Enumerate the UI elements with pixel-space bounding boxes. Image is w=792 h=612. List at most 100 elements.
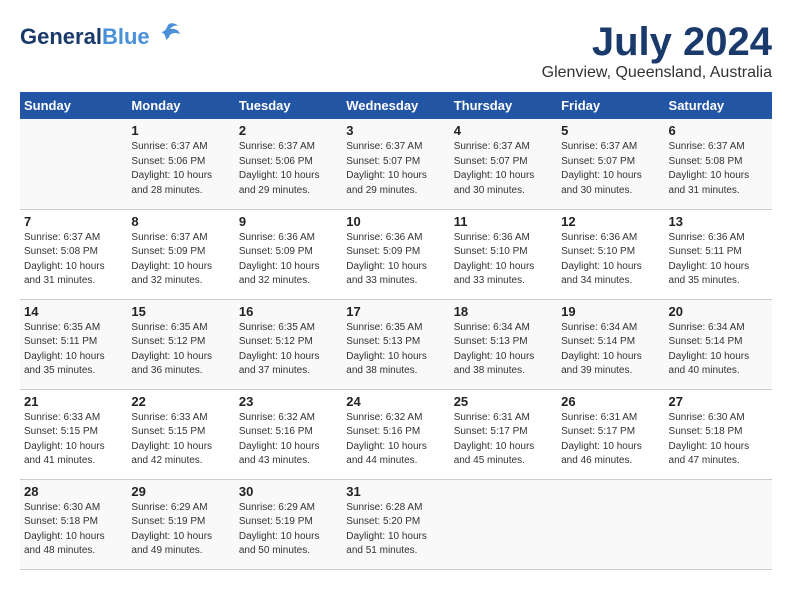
day-info: Sunrise: 6:31 AM Sunset: 5:17 PM Dayligh… — [454, 411, 553, 469]
calendar-cell: 9 Sunrise: 6:36 AM Sunset: 5:09 PM Daylig… — [235, 209, 342, 299]
day-number: 27 — [669, 394, 768, 409]
calendar-cell: 11 Sunrise: 6:36 AM Sunset: 5:10 PM Dayli… — [450, 209, 557, 299]
calendar-cell: 16 Sunrise: 6:35 AM Sunset: 5:12 PM Dayli… — [235, 299, 342, 389]
calendar-cell: 26Sunrise: 6:31 AM Sunset: 5:17 PM Dayli… — [557, 389, 664, 479]
day-info: Sunrise: 6:32 AM Sunset: 5:16 PM Dayligh… — [346, 411, 445, 469]
calendar-cell: 1 Sunrise: 6:37 AM Sunset: 5:06 PM Daylig… — [127, 119, 234, 209]
calendar-cell: 7 Sunrise: 6:37 AM Sunset: 5:08 PM Daylig… — [20, 209, 127, 299]
day-number: 24 — [346, 394, 445, 409]
calendar-cell: 12Sunrise: 6:36 AM Sunset: 5:10 PM Dayli… — [557, 209, 664, 299]
calendar-cell: 4 Sunrise: 6:37 AM Sunset: 5:07 PM Daylig… — [450, 119, 557, 209]
day-number: 30 — [239, 484, 338, 499]
day-number: 13 — [669, 214, 768, 229]
day-info: Sunrise: 6:30 AM Sunset: 5:18 PM Dayligh… — [24, 501, 123, 559]
day-info: Sunrise: 6:32 AM Sunset: 5:16 PM Dayligh… — [239, 411, 338, 469]
day-number: 28 — [24, 484, 123, 499]
calendar-table: SundayMondayTuesdayWednesdayThursdayFrid… — [20, 92, 772, 570]
weekday-header-sunday: Sunday — [20, 92, 127, 119]
day-info: Sunrise: 6:37 AM Sunset: 5:07 PM Dayligh… — [346, 140, 445, 198]
day-number: 17 — [346, 304, 445, 319]
weekday-header-thursday: Thursday — [450, 92, 557, 119]
calendar-cell: 13 Sunrise: 6:36 AM Sunset: 5:11 PM Dayli… — [665, 209, 772, 299]
week-row-1: 1 Sunrise: 6:37 AM Sunset: 5:06 PM Daylig… — [20, 119, 772, 209]
day-info: Sunrise: 6:35 AM Sunset: 5:13 PM Dayligh… — [346, 321, 445, 379]
day-info: Sunrise: 6:36 AM Sunset: 5:11 PM Dayligh… — [669, 231, 768, 289]
day-number: 20 — [669, 304, 768, 319]
day-info: Sunrise: 6:35 AM Sunset: 5:11 PM Dayligh… — [24, 321, 123, 379]
calendar-cell: 19 Sunrise: 6:34 AM Sunset: 5:14 PM Dayli… — [557, 299, 664, 389]
day-number: 7 — [24, 214, 123, 229]
day-info: Sunrise: 6:28 AM Sunset: 5:20 PM Dayligh… — [346, 501, 445, 559]
day-info: Sunrise: 6:37 AM Sunset: 5:08 PM Dayligh… — [669, 140, 768, 198]
day-number: 12 — [561, 214, 660, 229]
day-info: Sunrise: 6:37 AM Sunset: 5:07 PM Dayligh… — [561, 140, 660, 198]
day-number: 5 — [561, 123, 660, 138]
weekday-header-saturday: Saturday — [665, 92, 772, 119]
day-number: 8 — [131, 214, 230, 229]
week-row-3: 14Sunrise: 6:35 AM Sunset: 5:11 PM Dayli… — [20, 299, 772, 389]
day-info: Sunrise: 6:35 AM Sunset: 5:12 PM Dayligh… — [131, 321, 230, 379]
calendar-cell: 27 Sunrise: 6:30 AM Sunset: 5:18 PM Dayli… — [665, 389, 772, 479]
day-number: 19 — [561, 304, 660, 319]
month-year-title: July 2024 — [542, 20, 772, 64]
logo: GeneralBlue — [20, 20, 182, 53]
week-row-2: 7 Sunrise: 6:37 AM Sunset: 5:08 PM Daylig… — [20, 209, 772, 299]
day-info: Sunrise: 6:35 AM Sunset: 5:12 PM Dayligh… — [239, 321, 338, 379]
calendar-cell: 17 Sunrise: 6:35 AM Sunset: 5:13 PM Dayli… — [342, 299, 449, 389]
day-number: 18 — [454, 304, 553, 319]
day-info: Sunrise: 6:34 AM Sunset: 5:13 PM Dayligh… — [454, 321, 553, 379]
calendar-cell: 14Sunrise: 6:35 AM Sunset: 5:11 PM Dayli… — [20, 299, 127, 389]
day-info: Sunrise: 6:31 AM Sunset: 5:17 PM Dayligh… — [561, 411, 660, 469]
weekday-header-monday: Monday — [127, 92, 234, 119]
day-info: Sunrise: 6:36 AM Sunset: 5:09 PM Dayligh… — [239, 231, 338, 289]
day-number: 11 — [454, 214, 553, 229]
calendar-cell: 28 Sunrise: 6:30 AM Sunset: 5:18 PM Dayli… — [20, 479, 127, 569]
day-info: Sunrise: 6:37 AM Sunset: 5:08 PM Dayligh… — [24, 231, 123, 289]
week-row-5: 28 Sunrise: 6:30 AM Sunset: 5:18 PM Dayli… — [20, 479, 772, 569]
calendar-cell: 18 Sunrise: 6:34 AM Sunset: 5:13 PM Dayli… — [450, 299, 557, 389]
calendar-cell: 6 Sunrise: 6:37 AM Sunset: 5:08 PM Daylig… — [665, 119, 772, 209]
day-info: Sunrise: 6:36 AM Sunset: 5:09 PM Dayligh… — [346, 231, 445, 289]
day-number: 22 — [131, 394, 230, 409]
day-number: 15 — [131, 304, 230, 319]
week-row-4: 21Sunrise: 6:33 AM Sunset: 5:15 PM Dayli… — [20, 389, 772, 479]
day-number: 2 — [239, 123, 338, 138]
day-info: Sunrise: 6:29 AM Sunset: 5:19 PM Dayligh… — [239, 501, 338, 559]
day-number: 4 — [454, 123, 553, 138]
day-number: 23 — [239, 394, 338, 409]
calendar-cell — [20, 119, 127, 209]
day-info: Sunrise: 6:29 AM Sunset: 5:19 PM Dayligh… — [131, 501, 230, 559]
calendar-cell: 8 Sunrise: 6:37 AM Sunset: 5:09 PM Daylig… — [127, 209, 234, 299]
day-info: Sunrise: 6:33 AM Sunset: 5:15 PM Dayligh… — [24, 411, 123, 469]
day-info: Sunrise: 6:34 AM Sunset: 5:14 PM Dayligh… — [561, 321, 660, 379]
day-info: Sunrise: 6:37 AM Sunset: 5:06 PM Dayligh… — [239, 140, 338, 198]
calendar-cell: 23 Sunrise: 6:32 AM Sunset: 5:16 PM Dayli… — [235, 389, 342, 479]
day-info: Sunrise: 6:30 AM Sunset: 5:18 PM Dayligh… — [669, 411, 768, 469]
day-number: 25 — [454, 394, 553, 409]
day-number: 1 — [131, 123, 230, 138]
day-number: 16 — [239, 304, 338, 319]
day-info: Sunrise: 6:37 AM Sunset: 5:07 PM Dayligh… — [454, 140, 553, 198]
day-number: 10 — [346, 214, 445, 229]
calendar-cell: 24 Sunrise: 6:32 AM Sunset: 5:16 PM Dayli… — [342, 389, 449, 479]
day-info: Sunrise: 6:37 AM Sunset: 5:06 PM Dayligh… — [131, 140, 230, 198]
title-block: July 2024 Glenview, Queensland, Australi… — [542, 20, 772, 82]
day-number: 6 — [669, 123, 768, 138]
calendar-cell: 22Sunrise: 6:33 AM Sunset: 5:15 PM Dayli… — [127, 389, 234, 479]
day-number: 3 — [346, 123, 445, 138]
calendar-cell: 29 Sunrise: 6:29 AM Sunset: 5:19 PM Dayli… — [127, 479, 234, 569]
calendar-cell: 21Sunrise: 6:33 AM Sunset: 5:15 PM Dayli… — [20, 389, 127, 479]
weekday-header-wednesday: Wednesday — [342, 92, 449, 119]
weekday-header-friday: Friday — [557, 92, 664, 119]
logo-text: GeneralBlue — [20, 26, 150, 48]
day-number: 9 — [239, 214, 338, 229]
calendar-cell — [557, 479, 664, 569]
calendar-cell: 10 Sunrise: 6:36 AM Sunset: 5:09 PM Dayli… — [342, 209, 449, 299]
day-info: Sunrise: 6:36 AM Sunset: 5:10 PM Dayligh… — [454, 231, 553, 289]
weekday-header-row: SundayMondayTuesdayWednesdayThursdayFrid… — [20, 92, 772, 119]
day-info: Sunrise: 6:34 AM Sunset: 5:14 PM Dayligh… — [669, 321, 768, 379]
day-info: Sunrise: 6:37 AM Sunset: 5:09 PM Dayligh… — [131, 231, 230, 289]
calendar-cell: 5 Sunrise: 6:37 AM Sunset: 5:07 PM Daylig… — [557, 119, 664, 209]
day-number: 29 — [131, 484, 230, 499]
day-number: 31 — [346, 484, 445, 499]
